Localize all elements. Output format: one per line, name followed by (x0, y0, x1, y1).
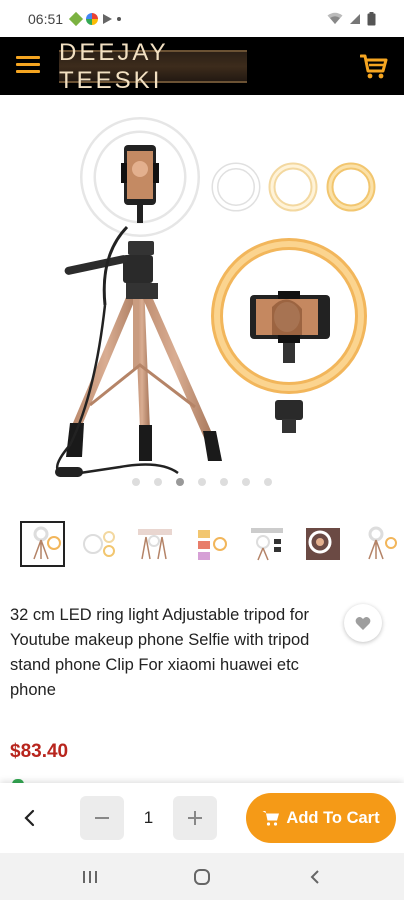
product-price: $83.40 (10, 741, 69, 762)
quantity-decrease-button[interactable] (80, 796, 124, 840)
recent-apps-button[interactable] (75, 865, 105, 889)
play-icon (103, 13, 113, 24)
add-to-cart-button[interactable]: Add To Cart (246, 793, 396, 843)
status-time: 06:51 (28, 10, 64, 27)
signal-icon (350, 13, 360, 24)
back-icon (310, 870, 319, 884)
carousel-dot[interactable] (264, 478, 272, 486)
product-image[interactable] (0, 95, 404, 495)
carousel-dots (0, 478, 404, 490)
system-icons (327, 11, 376, 26)
recent-apps-icon (83, 871, 97, 883)
menu-icon (16, 56, 40, 59)
cart-icon (262, 811, 280, 826)
bottom-action-bar: 1 Add To Cart (0, 783, 404, 853)
carousel-dot-active[interactable] (176, 478, 184, 486)
chevron-left-icon (24, 809, 35, 827)
notification-icons (68, 11, 122, 26)
thumbnail[interactable] (20, 521, 65, 567)
carousel-dot[interactable] (132, 478, 140, 486)
carousel-dot[interactable] (242, 478, 250, 486)
wifi-icon (327, 12, 343, 24)
thumbnail-strip (20, 521, 404, 569)
chrome-icon (86, 12, 99, 25)
logo-text: DEEJAY TEESKI (59, 38, 169, 94)
minus-icon (95, 817, 109, 819)
app-notification-icon (68, 11, 84, 26)
carousel-dot[interactable] (154, 478, 162, 486)
app-header: DEEJAY TEESKI (0, 37, 404, 95)
thumbnail[interactable] (76, 521, 121, 567)
quantity-value[interactable]: 1 (124, 796, 173, 840)
system-navigation-bar (0, 853, 404, 900)
back-button[interactable] (14, 803, 44, 833)
thumbnail[interactable] (188, 521, 233, 567)
wishlist-button[interactable] (344, 604, 382, 642)
cart-icon (359, 54, 388, 79)
store-logo[interactable]: DEEJAY TEESKI (59, 39, 247, 94)
status-bar: 06:51 (0, 0, 404, 37)
product-title: 32 cm LED ring light Adjustable tripod f… (10, 606, 310, 699)
system-back-button[interactable] (300, 865, 330, 889)
more-notifications-icon (117, 16, 122, 21)
plus-icon (188, 811, 202, 825)
heart-icon (355, 616, 371, 630)
carousel-dot[interactable] (220, 478, 228, 486)
thumbnail[interactable] (132, 521, 177, 567)
thumbnail[interactable] (356, 521, 401, 567)
ring-light-illustration (55, 117, 376, 477)
home-button[interactable] (187, 865, 217, 889)
home-icon (194, 869, 210, 885)
thumbnail[interactable] (300, 521, 345, 567)
add-to-cart-label: Add To Cart (286, 808, 380, 827)
cart-button[interactable] (359, 54, 388, 80)
carousel-dot[interactable] (198, 478, 206, 486)
quantity-increase-button[interactable] (173, 796, 217, 840)
menu-button[interactable] (16, 56, 42, 76)
battery-icon (367, 11, 376, 25)
thumbnail[interactable] (244, 521, 289, 567)
